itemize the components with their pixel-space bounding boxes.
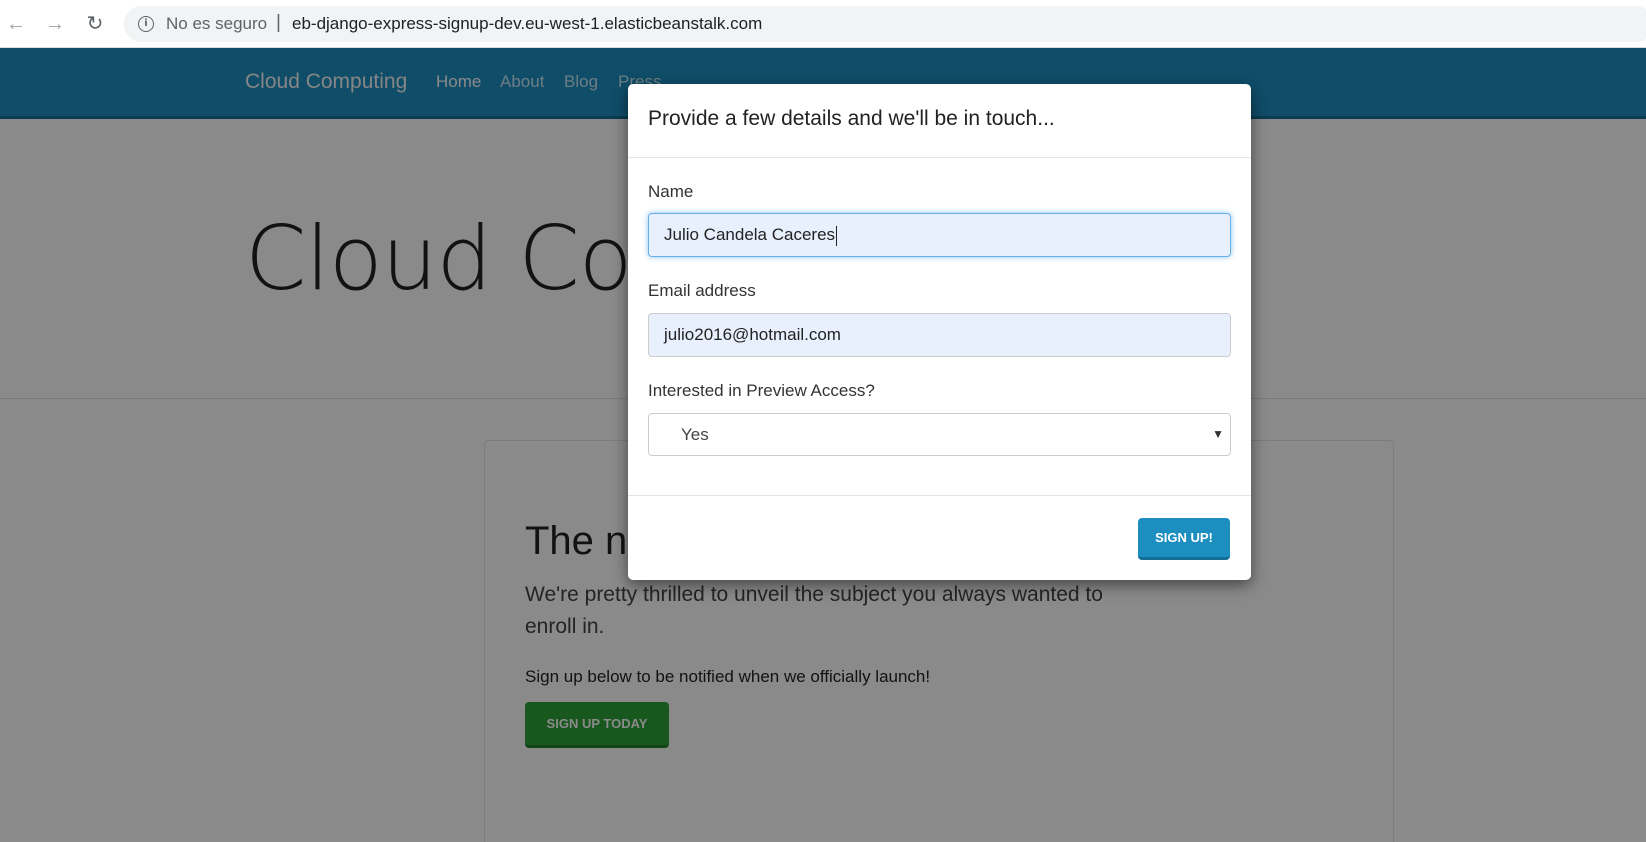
name-label: Name [648, 182, 694, 201]
security-label[interactable]: No es seguro [166, 14, 267, 34]
name-input[interactable]: Julio Candela Caceres [648, 213, 1231, 257]
signup-modal: Provide a few details and we'll be in to… [628, 84, 1251, 580]
sign-up-button[interactable]: Sign up! [1138, 518, 1230, 560]
preview-access-value: Yes [681, 425, 709, 444]
separator: | [276, 12, 281, 33]
browser-toolbar: ← → ↻ i No es seguro | eb-django-express… [0, 0, 1646, 48]
dropdown-arrow-icon: ▼ [1212, 427, 1224, 441]
text-cursor [836, 225, 838, 246]
url-text[interactable]: eb-django-express-signup-dev.eu-west-1.e… [292, 14, 762, 34]
name-value: Julio Candela Caceres [664, 225, 836, 244]
preview-access-label: Interested in Preview Access? [648, 381, 875, 400]
address-bar[interactable]: i No es seguro | eb-django-express-signu… [124, 6, 1646, 42]
modal-footer: Sign up! [628, 495, 1251, 580]
back-arrow-icon[interactable]: ← [4, 12, 28, 36]
email-input[interactable]: julio2016@hotmail.com [648, 313, 1231, 357]
email-label: Email address [648, 281, 756, 300]
info-icon[interactable]: i [138, 16, 154, 32]
reload-icon[interactable]: ↻ [83, 12, 107, 36]
modal-title: Provide a few details and we'll be in to… [648, 107, 1055, 130]
preview-access-select[interactable]: Yes ▼ [648, 413, 1231, 456]
modal-header: Provide a few details and we'll be in to… [628, 84, 1251, 158]
forward-arrow-icon[interactable]: → [43, 12, 67, 36]
